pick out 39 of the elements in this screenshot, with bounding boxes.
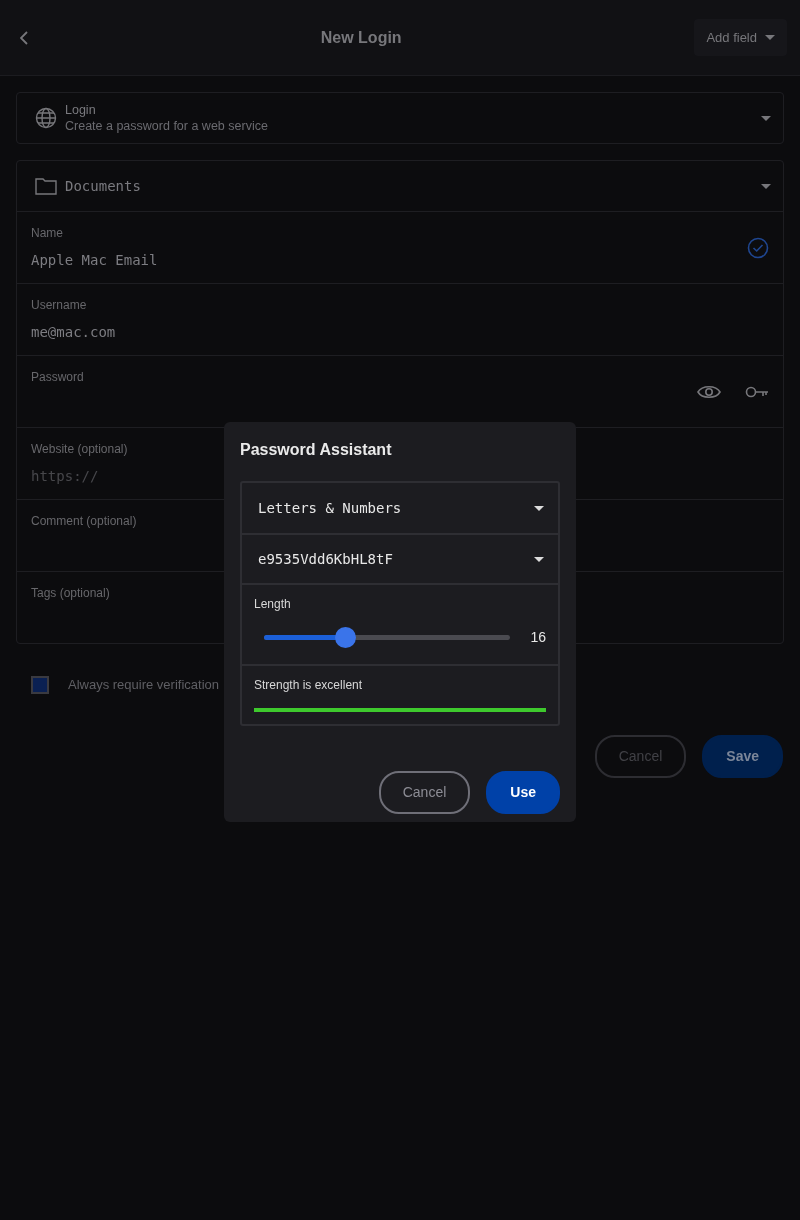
- caret-icon: [534, 556, 544, 562]
- add-field-button[interactable]: Add field: [694, 18, 787, 57]
- type-title: Login: [65, 102, 97, 118]
- password-dropdown[interactable]: e9535Vdd6KbHL8tF: [242, 533, 558, 583]
- checkbox[interactable]: [31, 675, 49, 694]
- input-field[interactable]: Apple Mac Email: [31, 250, 210, 271]
- input-field[interactable]: me@mac.com: [31, 322, 210, 343]
- page-title: New Login: [320, 27, 402, 48]
- slider-thumb[interactable]: [335, 627, 357, 648]
- mode-dropdown[interactable]: Letters & Numbers: [242, 483, 558, 533]
- use-button[interactable]: Use: [486, 771, 560, 814]
- check-icon: [747, 236, 769, 259]
- field-label: Username: [31, 297, 87, 314]
- dialog-title: Password Assistant: [240, 440, 393, 460]
- folder-selector[interactable]: Documents: [17, 161, 783, 211]
- key-icon[interactable]: [745, 384, 769, 399]
- field-label: Comment (optional): [31, 513, 137, 530]
- field-label: Password: [31, 369, 84, 386]
- length-value: 16: [530, 628, 546, 647]
- strength-label: Strength is excellent: [254, 677, 364, 694]
- globe-icon: [35, 107, 57, 129]
- folder-name: Documents: [65, 176, 142, 196]
- field-label: Tags (optional): [31, 585, 110, 602]
- eye-icon[interactable]: [697, 383, 721, 400]
- length-label: Length: [254, 596, 292, 613]
- caret-icon: [761, 115, 771, 121]
- folder-icon: [35, 177, 57, 195]
- type-selector[interactable]: Login Create a password for a web service: [16, 92, 784, 144]
- caret-icon: [534, 505, 544, 511]
- save-button[interactable]: Save: [702, 734, 783, 778]
- input-field[interactable]: https://: [31, 466, 210, 487]
- type-subtitle: Create a password for a web service: [65, 118, 269, 134]
- cancel-button[interactable]: Cancel: [378, 771, 471, 814]
- field-label: Website (optional): [31, 441, 128, 458]
- caret-icon: [761, 183, 771, 189]
- caret-icon: [765, 35, 775, 40]
- back-icon[interactable]: [20, 30, 28, 45]
- checkbox-label: Always require verification: [68, 676, 219, 694]
- field-label: Name: [31, 225, 63, 242]
